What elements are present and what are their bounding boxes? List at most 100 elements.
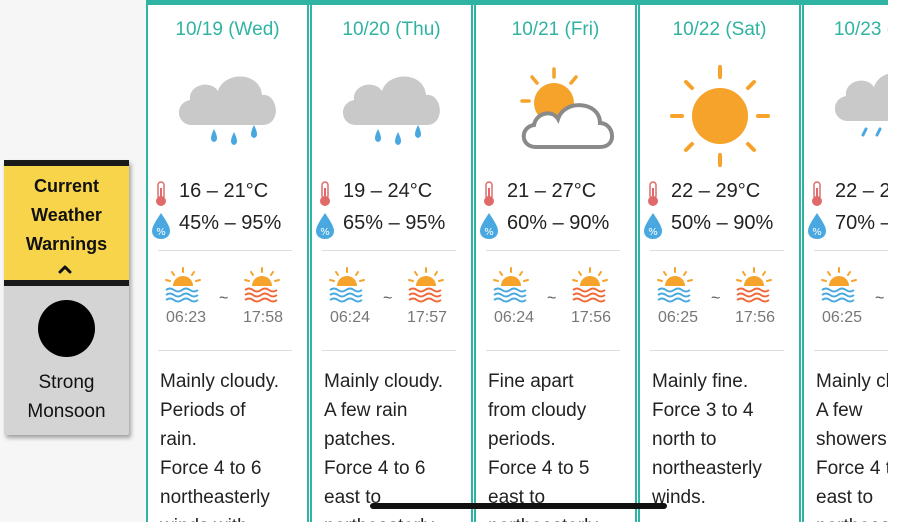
thermometer-icon [154,181,168,212]
thermometer-icon [318,181,332,212]
description-line: Mainly cloudy. [324,371,443,392]
monsoon-signal-icon [38,300,95,357]
forecast-description: Mainly cloudy. A few rain patches. Force 4 … [324,367,466,522]
warning-signal-name: Strong Monsoon [4,368,129,426]
divider [158,250,292,251]
description-line: Periods of [160,400,246,421]
forecast-description: Mainly cloudy. A few showers. Force 4 to 5 e… [816,367,888,522]
humidity-icon: % [807,212,827,245]
sunrise-time: 06:24 [330,309,371,326]
divider [322,250,456,251]
humidity-range: 60% – 90% [507,212,610,234]
description-line: Force 3 to 4 [652,400,754,421]
humidity-icon: % [315,212,335,245]
showers-icon [824,63,888,152]
description-line: northeasterly [488,512,630,522]
description-line: Mainly fine. [652,371,749,392]
forecast-date: 10/23 (Sun) [833,19,888,40]
description-line: periods. [488,429,556,450]
description-line: winds. [652,487,706,508]
range-tilde: ~ [875,290,885,307]
forecast-date: 10/19 (Wed) [175,19,280,40]
day-forecast-card[interactable]: 10/22 (Sat) 22 – 29°C% 50% – 90% ~06:25 17:5… [638,5,801,522]
description-line: rain. [160,429,197,450]
description-line: east to [816,487,874,508]
home-indicator[interactable] [370,503,667,509]
forecast-description: Mainly fine. Force 3 to 4 north to northeas… [652,367,794,512]
divider [486,350,620,351]
svg-text:%: % [484,227,494,238]
description-line: northeasterly [652,458,762,479]
day-forecast-card[interactable]: 10/20 (Thu) 19 – 24°C% 65% – 95% ~06:24 17:5… [310,5,473,522]
thermometer-icon [810,181,824,212]
warnings-title-line: Weather [31,205,102,225]
svg-text:%: % [648,227,658,238]
temperature-range: 22 – 27°C [835,180,888,202]
chevron-up-icon[interactable] [58,264,72,274]
warnings-title-line: Current [33,176,99,196]
warning-signal-name-line: Strong [38,372,95,393]
warnings-header[interactable]: Current Weather Warnings [4,160,129,286]
humidity-range: 65% – 95% [343,212,446,234]
warning-signal-name-line: Monsoon [27,401,106,422]
day-forecast-card[interactable]: 10/23 (Sun)22 – 27°C%70% – 90%~06:2517:5… [802,5,888,522]
sunrise-icon [492,267,530,308]
sunset-icon [243,267,281,308]
sunset-time: 17:56 [735,309,776,326]
day-forecast-card[interactable]: 10/21 (Fri) 21 – 27°C% 60% – 90% ~06:24 17:5… [474,5,637,522]
sunset-time: 17:58 [243,309,284,326]
range-tilde: ~ [219,290,229,307]
description-line: A few rain [324,400,408,421]
range-tilde: ~ [711,290,721,307]
temperature-range: 19 – 24°C [343,180,433,202]
forecast-description: Mainly cloudy. Periods of rain. Force 4 to … [160,367,302,522]
humidity-icon: % [151,212,171,245]
humidity-icon: % [643,212,663,245]
forecast-description: Fine apart from cloudy periods. Force 4 to … [488,367,630,522]
description-line: Mainly cloudy. [816,371,888,392]
weather-warnings-panel[interactable]: Current Weather Warnings Strong Monsoon [4,160,129,435]
description-line: patches. [324,429,396,450]
divider [814,350,888,351]
sunrise-icon [820,267,858,308]
divider [158,350,292,351]
thermometer-icon [646,181,660,212]
description-line: winds with [160,512,302,522]
thermometer-icon [482,181,496,212]
svg-text:%: % [812,227,822,238]
divider [814,250,888,251]
forecast-scroller[interactable]: 10/19 (Wed) 16 – 21°C% 45% – 95% ~06:23 17:5… [146,0,888,522]
sunny-icon [660,63,780,178]
description-line: Force 4 to 6 [324,458,426,479]
description-line: northeasterly [324,512,466,522]
description-line: Force 4 to 5 [816,458,888,479]
humidity-range: 45% – 95% [179,212,282,234]
forecast-date: 10/22 (Sat) [672,19,767,40]
sunrise-time: 06:23 [166,309,207,326]
temperature-range: 21 – 27°C [507,180,597,202]
warnings-title: Current Weather Warnings [8,172,125,259]
sunset-icon [571,267,609,308]
description-line: northeasterly [160,487,270,508]
sun-behind-cloud-icon [496,63,616,158]
sunrise-time: 06:24 [494,309,535,326]
humidity-range: 70% – 90% [835,212,888,234]
divider [486,250,620,251]
forecast-date: 10/21 (Fri) [511,19,600,40]
sunset-time: 17:56 [571,309,612,326]
sunrise-icon [656,267,694,308]
range-tilde: ~ [547,290,557,307]
sunrise-icon [164,267,202,308]
sunset-icon [735,267,773,308]
range-tilde: ~ [383,290,393,307]
divider [650,350,784,351]
rain-cloud-icon [168,63,288,152]
description-line: northeasterly [816,512,888,522]
temperature-range: 16 – 21°C [179,180,269,202]
svg-text:%: % [320,227,330,238]
divider [322,350,456,351]
svg-text:%: % [156,227,166,238]
forecast-date: 10/20 (Thu) [342,19,441,40]
description-line: Force 4 to 5 [488,458,590,479]
day-forecast-card[interactable]: 10/19 (Wed) 16 – 21°C% 45% – 95% ~06:23 17:5… [146,5,309,522]
